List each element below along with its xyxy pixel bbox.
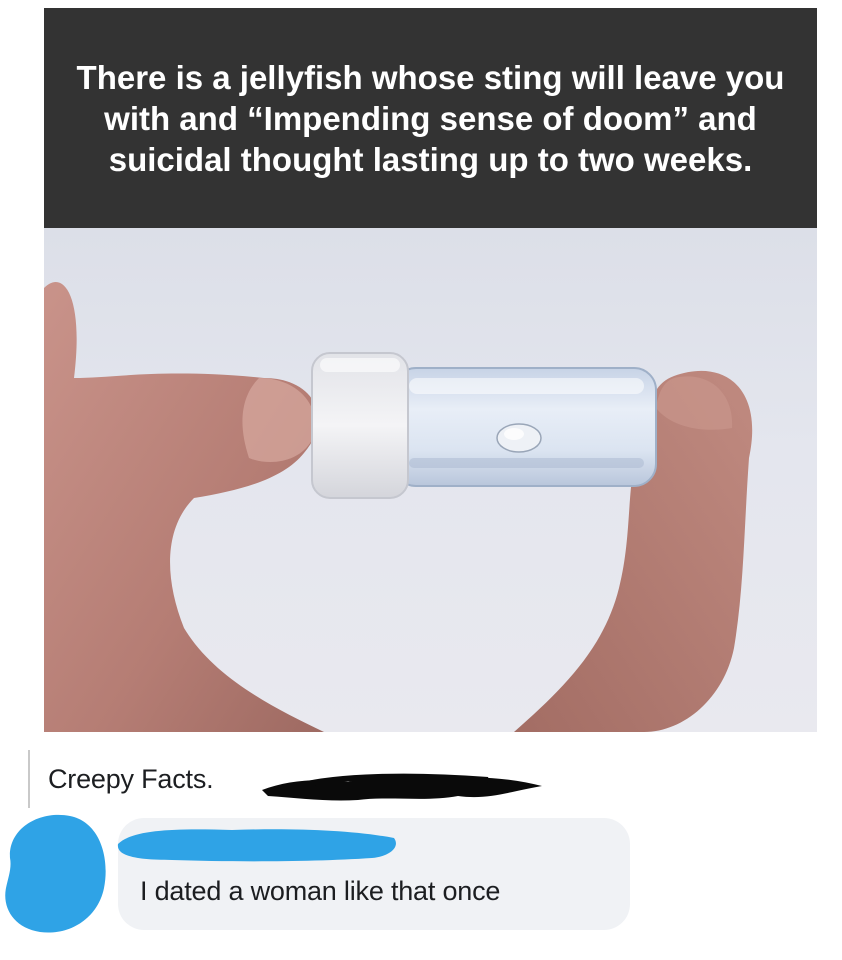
- comment-text: I dated a woman like that once: [140, 876, 501, 906]
- left-thumb: [44, 282, 324, 732]
- page-name[interactable]: Creepy Facts.: [48, 764, 214, 795]
- redaction-scribble: [258, 766, 548, 811]
- jellyfish-vial-photo: [44, 228, 817, 732]
- vial-cap: [311, 352, 409, 499]
- post-divider: [28, 750, 30, 808]
- caption-banner: There is a jellyfish whose sting will le…: [44, 8, 817, 228]
- caption-text: There is a jellyfish whose sting will le…: [76, 58, 785, 178]
- avatar[interactable]: [0, 808, 112, 943]
- meme-post: There is a jellyfish whose sting will le…: [0, 0, 842, 960]
- commenter-name-redaction: [112, 822, 402, 871]
